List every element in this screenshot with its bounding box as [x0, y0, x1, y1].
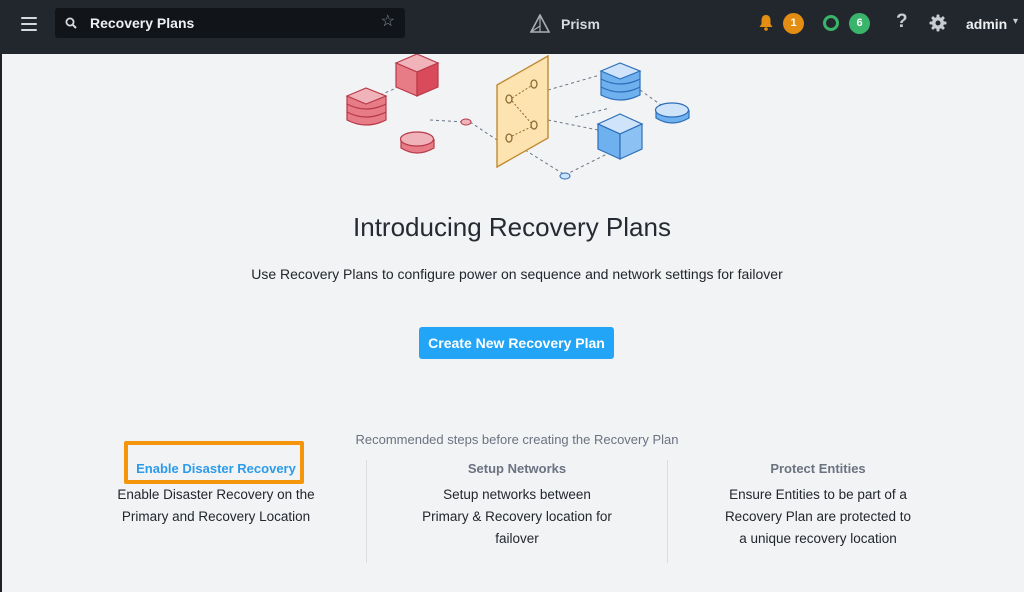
create-recovery-plan-button[interactable]: Create New Recovery Plan	[419, 327, 614, 359]
step-description: Setup networks between Primary & Recover…	[402, 484, 632, 550]
step-description-line: a unique recovery location	[739, 531, 897, 546]
search-input[interactable]: Recovery Plans	[90, 15, 194, 31]
blue-cube-icon	[596, 113, 644, 160]
recovery-plan-panel-icon	[496, 54, 549, 169]
alerts-count-badge[interactable]: 1	[783, 13, 804, 34]
brand-name: Prism	[561, 16, 600, 32]
user-menu[interactable]: admin	[966, 16, 1007, 32]
menu-icon[interactable]	[21, 16, 37, 31]
left-edge	[0, 54, 2, 592]
red-cube-icon	[394, 54, 440, 97]
step-protect-entities: Protect Entities Ensure Entities to be p…	[707, 461, 929, 550]
ring-icon[interactable]	[823, 15, 839, 31]
recovery-plan-illustration	[345, 54, 690, 180]
column-divider	[667, 460, 668, 563]
step-description-line: Enable Disaster Recovery on the	[117, 487, 315, 502]
step-description: Ensure Entities to be part of a Recovery…	[707, 484, 929, 550]
star-icon[interactable]: ☆	[381, 14, 395, 30]
help-icon[interactable]: ?	[896, 11, 908, 33]
tasks-count-badge[interactable]: 6	[849, 13, 870, 34]
step-setup-networks: Setup Networks Setup networks between Pr…	[402, 461, 632, 550]
top-navigation-bar: Recovery Plans ☆ Prism 1 6 ? admin ▾	[0, 0, 1024, 54]
step-description-line: Primary and Recovery Location	[121, 509, 311, 524]
step-description-line: Ensure Entities to be part of a	[729, 487, 907, 502]
step-description-line: Setup networks between	[443, 487, 591, 502]
search-box[interactable]: Recovery Plans ☆	[55, 8, 405, 38]
step-description-line: Primary & Recovery location for	[422, 509, 612, 524]
chevron-down-icon[interactable]: ▾	[1013, 16, 1018, 27]
highlight-box	[124, 441, 304, 484]
step-title: Protect Entities	[770, 461, 866, 476]
step-description-line: failover	[495, 531, 539, 546]
step-title: Setup Networks	[467, 461, 567, 476]
page-title: Introducing Recovery Plans	[353, 212, 671, 242]
page-subtitle: Use Recovery Plans to configure power on…	[251, 266, 783, 282]
step-description: Enable Disaster Recovery on the Primary …	[106, 484, 326, 528]
search-icon	[65, 17, 77, 29]
prism-logo-icon	[530, 14, 550, 33]
step-description-line: Recovery Plan are protected to	[724, 509, 912, 524]
column-divider	[366, 460, 367, 563]
gear-icon[interactable]	[929, 14, 947, 32]
bell-icon[interactable]	[758, 14, 774, 31]
